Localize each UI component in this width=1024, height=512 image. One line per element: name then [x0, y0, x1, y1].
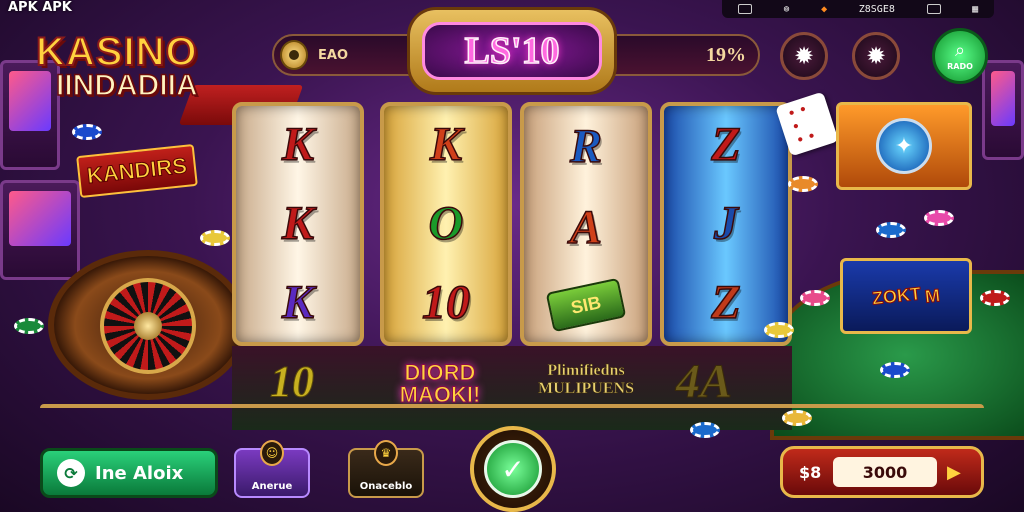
battery-icon	[737, 4, 752, 14]
reel-symbol: R	[569, 119, 603, 173]
arcade-machine-left-lower	[0, 180, 80, 280]
reel-symbol: Z	[711, 275, 742, 329]
multipliers-line2: MULIPUENS	[537, 380, 635, 398]
profile-label: RADO	[947, 61, 973, 71]
reel-symbol: Z	[711, 118, 742, 172]
check-icon: ✓	[484, 440, 542, 498]
reel-symbol: A	[569, 200, 603, 254]
bet-currency: $8	[799, 462, 822, 482]
auto-play-button[interactable]: ⟳ Ine Aloix	[40, 448, 218, 498]
chip-icon	[72, 124, 102, 140]
reel-symbol: K	[429, 118, 463, 172]
lower-4a: 4A	[675, 355, 733, 409]
trophy-icon: ♛	[374, 440, 398, 466]
reel-symbol: K	[281, 196, 315, 250]
arcade-machine-right	[982, 60, 1024, 160]
money-symbol: SIB	[545, 278, 627, 333]
card-icon	[926, 4, 941, 14]
bonus-button-label: Onaceblo	[359, 481, 413, 492]
bet-control[interactable]: $8 3000 ▶	[780, 446, 984, 498]
gear-icon: ✹	[865, 42, 887, 70]
reel-symbol: K	[281, 118, 315, 172]
multipliers-banner: Plimifiedns MULIPUENS	[524, 362, 648, 398]
play-arrow-icon[interactable]: ▶	[947, 462, 961, 483]
avatar-button[interactable]: ☺ Anerue	[234, 440, 310, 498]
reel-symbol: O	[428, 196, 464, 250]
avatar-button-label: Anerue	[251, 481, 293, 492]
chip-icon	[924, 210, 954, 226]
logo-line2: IINDADIIA	[55, 68, 198, 103]
wifi-icon: ⊚	[783, 3, 790, 15]
bonus-tag: ZOKT	[871, 282, 923, 309]
reel-symbol: 10	[421, 275, 471, 329]
roulette-wheel	[48, 250, 248, 400]
reels: K K K K O 10 R A SIB Z J Z	[232, 102, 794, 346]
gear-icon: ✹	[793, 42, 815, 70]
chip-icon	[876, 222, 906, 238]
chip-icon	[764, 322, 794, 338]
side-sign: KANDIRS	[76, 143, 198, 199]
jackpot-banner: LS'10	[410, 10, 614, 92]
chip-icon	[200, 230, 230, 246]
chip-icon	[800, 290, 830, 306]
bonus-coin-icon: ✦	[876, 118, 932, 174]
balance-label: EAO	[318, 48, 348, 63]
chip-icon	[980, 290, 1010, 306]
bonus-card-2[interactable]: ZOKT M	[840, 258, 972, 334]
chip-icon	[782, 410, 812, 426]
progress-percent: 19%	[706, 44, 746, 66]
bonus-card[interactable]: ✦	[836, 102, 972, 190]
menu-icon[interactable]: ▦	[972, 4, 978, 15]
reel-1: K K K	[232, 102, 364, 346]
chip-icon	[14, 318, 44, 334]
avatar-icon: ☺	[260, 440, 284, 466]
reel-symbol: K	[281, 275, 315, 329]
autoplay-icon: ⟳	[57, 459, 85, 487]
status-bar: ⊚ ◆ Z8SGE8 ▦	[722, 0, 994, 18]
options-button[interactable]: ✹	[852, 32, 900, 80]
multipliers-line1: Plimifiedns	[547, 362, 625, 380]
search-icon: ⌕	[954, 39, 966, 61]
chip-icon	[690, 422, 720, 438]
status-value: Z8SGE8	[858, 3, 895, 15]
reel-3: R A SIB	[520, 102, 652, 346]
profile-button[interactable]: ⌕ RADO	[932, 28, 988, 84]
reel-4: Z J Z	[660, 102, 792, 346]
settings-button[interactable]: ✹	[780, 32, 828, 80]
reel-symbol: J	[713, 196, 739, 250]
auto-play-label: Ine Aloix	[95, 462, 184, 484]
coin-icon[interactable]	[280, 40, 308, 70]
jackpot-text: LS'10	[422, 22, 602, 80]
chip-icon	[880, 362, 910, 378]
bonus-tag: M	[923, 284, 941, 307]
spin-button[interactable]: ✓	[470, 426, 556, 512]
bet-value: 3000	[833, 457, 937, 487]
bonus-button[interactable]: ♛ Onaceblo	[348, 440, 424, 498]
chip-icon	[788, 176, 818, 192]
reel-2: K O 10	[380, 102, 512, 346]
lower-number: 10	[270, 357, 315, 407]
signal-icon: ◆	[821, 3, 828, 15]
watermark: APK APK	[8, 0, 72, 15]
